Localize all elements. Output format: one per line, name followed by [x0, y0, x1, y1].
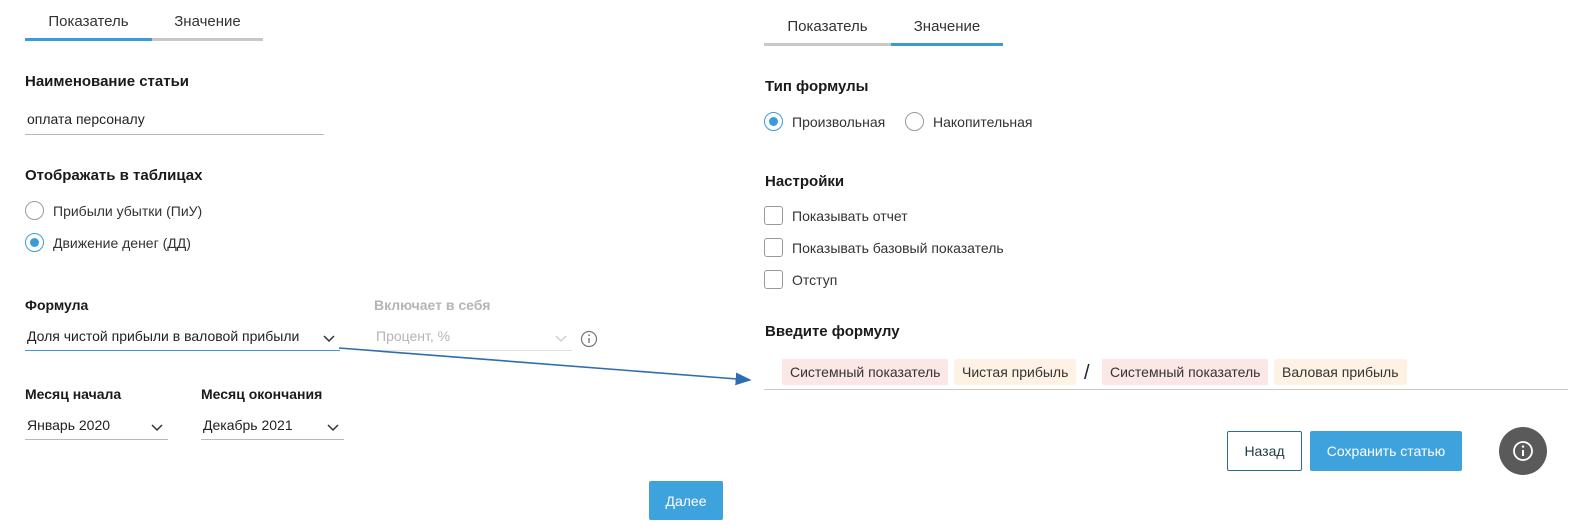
- checkbox-label: Показывать отчет: [792, 207, 908, 224]
- checkbox-show-report[interactable]: Показывать отчет: [764, 206, 908, 225]
- checkbox[interactable]: [764, 238, 783, 257]
- tab-indicator[interactable]: Показатель: [764, 18, 891, 46]
- radio-label: Накопительная: [933, 113, 1033, 130]
- back-button[interactable]: Назад: [1227, 431, 1302, 471]
- formula-underline: [764, 389, 1568, 390]
- formula-token-system[interactable]: Системный показатель: [782, 359, 949, 385]
- enter-formula-label: Введите формулу: [765, 323, 900, 340]
- checkbox[interactable]: [764, 270, 783, 289]
- radio-label: Произвольная: [792, 113, 886, 130]
- tab-underline: [764, 43, 891, 46]
- settings-label: Настройки: [765, 173, 845, 190]
- formula-token-system[interactable]: Системный показатель: [1102, 359, 1269, 385]
- save-article-button[interactable]: Сохранить статью: [1310, 431, 1462, 471]
- checkbox-indent[interactable]: Отступ: [764, 270, 837, 289]
- radio-button[interactable]: [764, 112, 783, 131]
- formula-token-value[interactable]: Валовая прибыль: [1274, 359, 1407, 385]
- formula-token-value[interactable]: Чистая прибыль: [954, 359, 1077, 385]
- checkbox-label: Показывать базовый показатель: [792, 239, 1004, 256]
- radio-button[interactable]: [905, 112, 924, 131]
- right-tabs: Показатель Значение: [764, 18, 1003, 58]
- checkbox-show-base[interactable]: Показывать базовый показатель: [764, 238, 1004, 257]
- formula-operator: /: [1084, 362, 1090, 384]
- info-icon: [1513, 441, 1533, 461]
- radio-arbitrary[interactable]: Произвольная: [764, 112, 885, 131]
- info-fab-button[interactable]: [1499, 427, 1547, 475]
- formula-type-label: Тип формулы: [765, 78, 869, 95]
- tab-underline: [891, 43, 1003, 46]
- checkbox-label: Отступ: [792, 271, 838, 288]
- tab-label: Показатель: [787, 18, 868, 35]
- checkbox[interactable]: [764, 206, 783, 225]
- radio-cumulative[interactable]: Накопительная: [905, 112, 1033, 131]
- tab-value[interactable]: Значение: [891, 18, 1003, 46]
- tab-label: Значение: [913, 18, 981, 35]
